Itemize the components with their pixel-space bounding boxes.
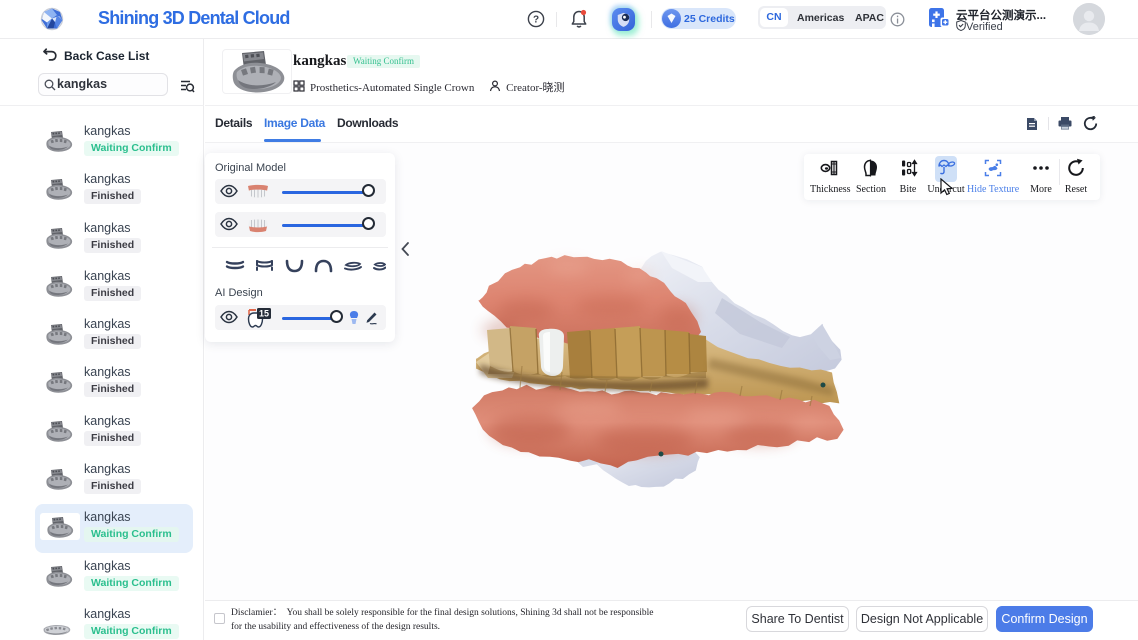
- svg-text:15: 15: [259, 309, 269, 319]
- svg-text:?: ?: [533, 15, 539, 26]
